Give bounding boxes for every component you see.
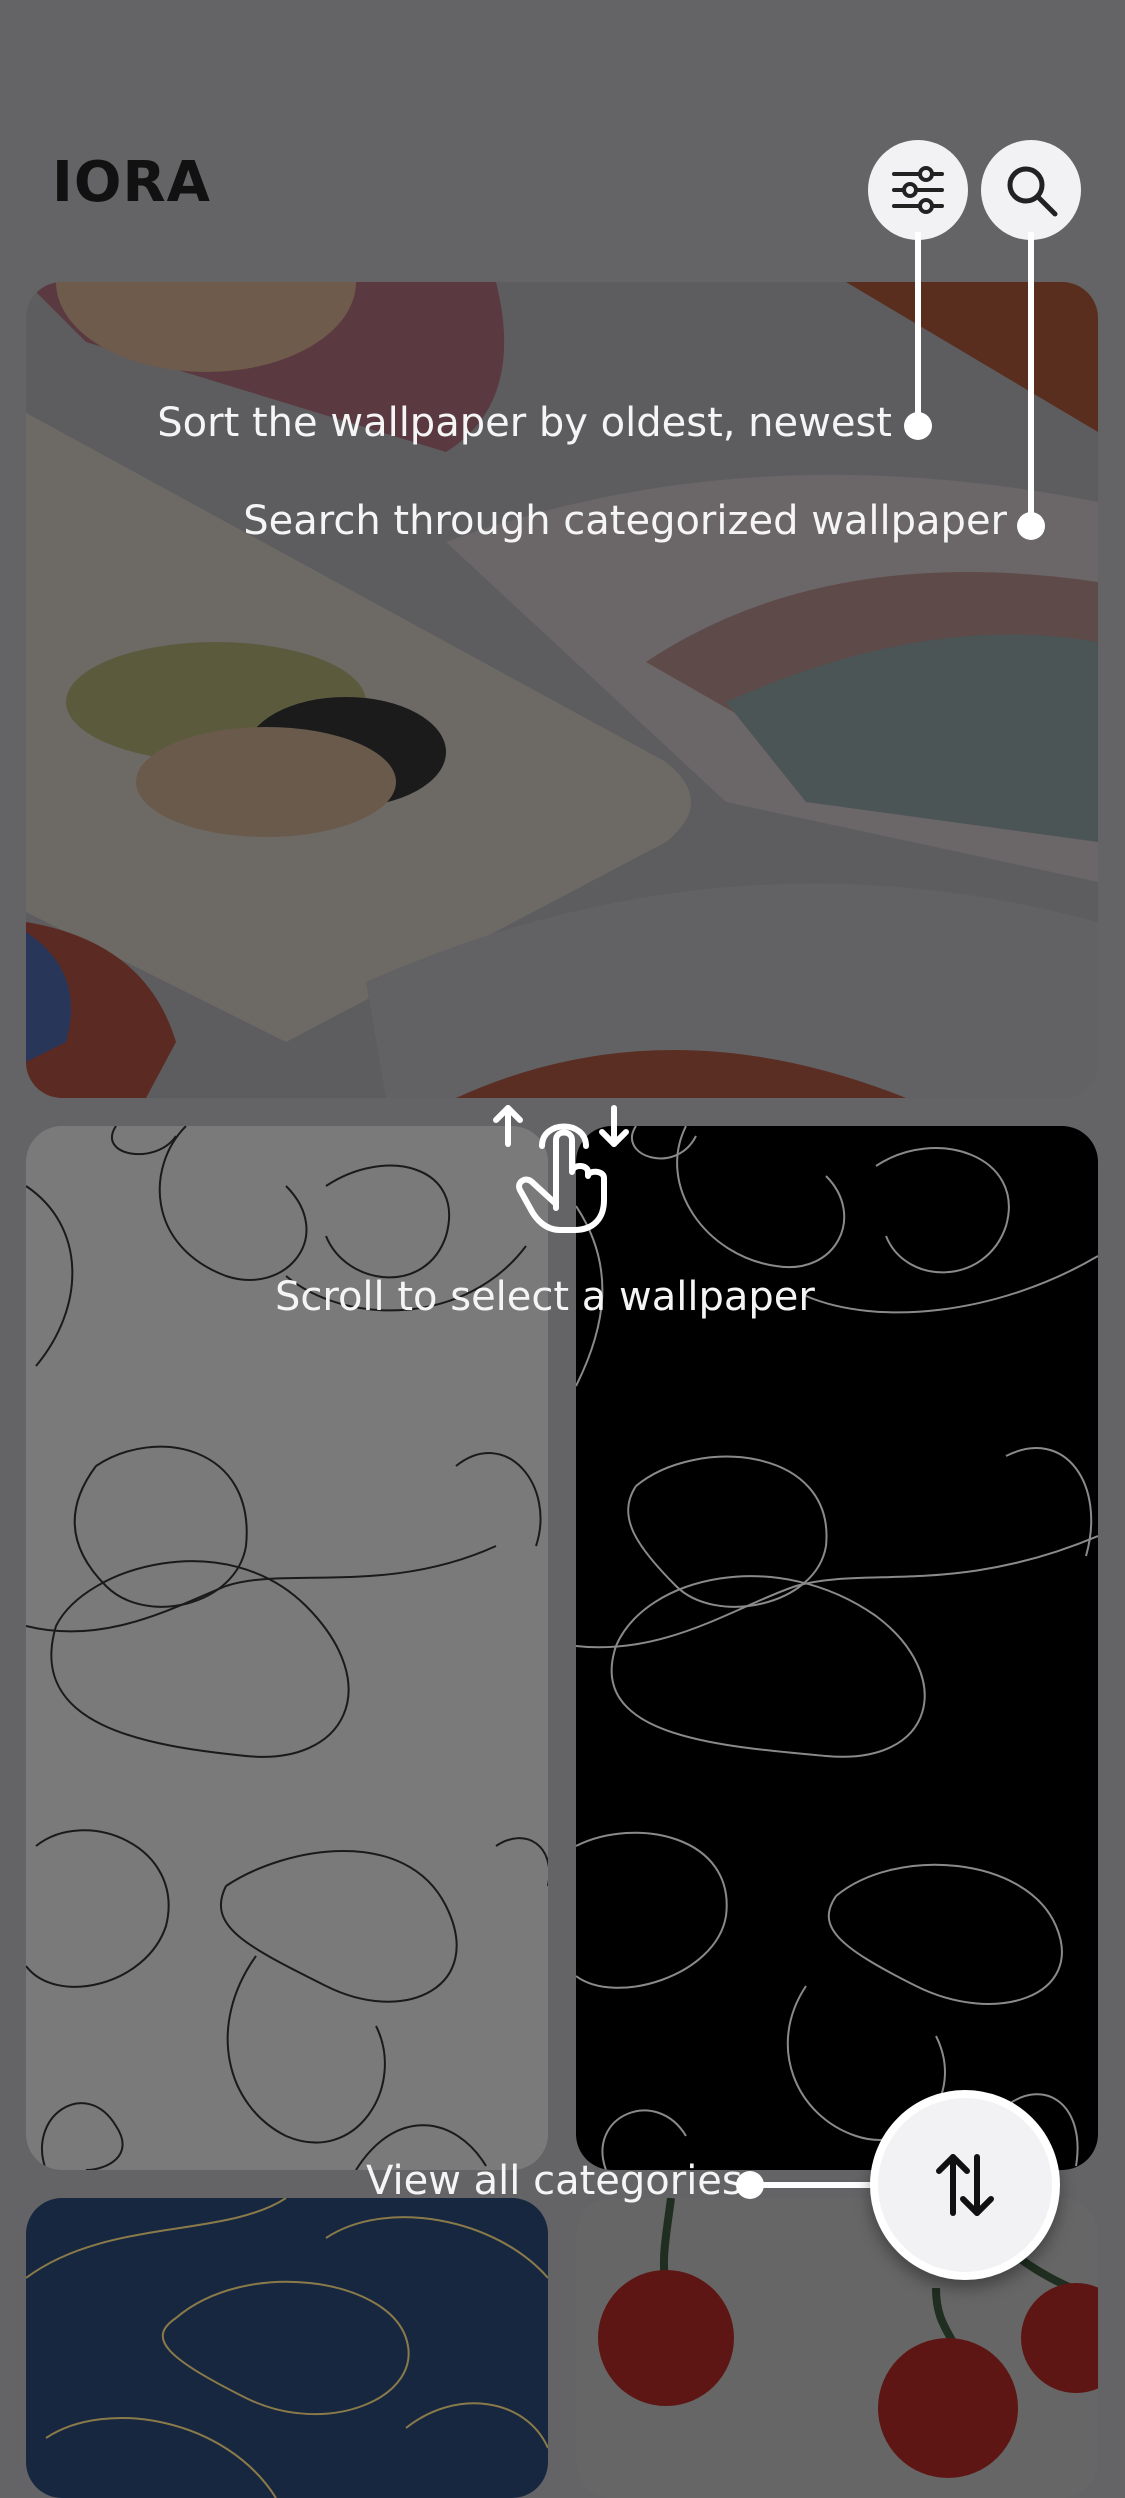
search-icon (1007, 166, 1058, 217)
wallpaper-tile-navy[interactable] (26, 2198, 548, 2498)
search-callout-dot (1017, 512, 1045, 540)
app-title: IORA (52, 150, 211, 215)
scroll-gesture-icon (493, 1105, 629, 1233)
filter-callout-dot (904, 412, 932, 440)
search-button[interactable] (981, 140, 1081, 240)
sort-hint-text: Sort the wallpaper by oldest, newest (157, 400, 892, 446)
categories-hint-text: View all categories (366, 2158, 743, 2204)
scroll-hint-text: Scroll to select a wallpaper (275, 1274, 815, 1320)
line-pattern-art (26, 2198, 548, 2498)
search-hint-text: Search through categorized wallpaper (243, 498, 1007, 544)
swap-vertical-icon (936, 2154, 994, 2216)
filter-button[interactable] (868, 140, 968, 240)
categories-callout-line (760, 2182, 872, 2188)
search-callout-line (1028, 232, 1034, 524)
filter-callout-line (915, 232, 921, 422)
view-categories-button[interactable] (870, 2090, 1060, 2280)
sliders-icon (892, 166, 944, 214)
